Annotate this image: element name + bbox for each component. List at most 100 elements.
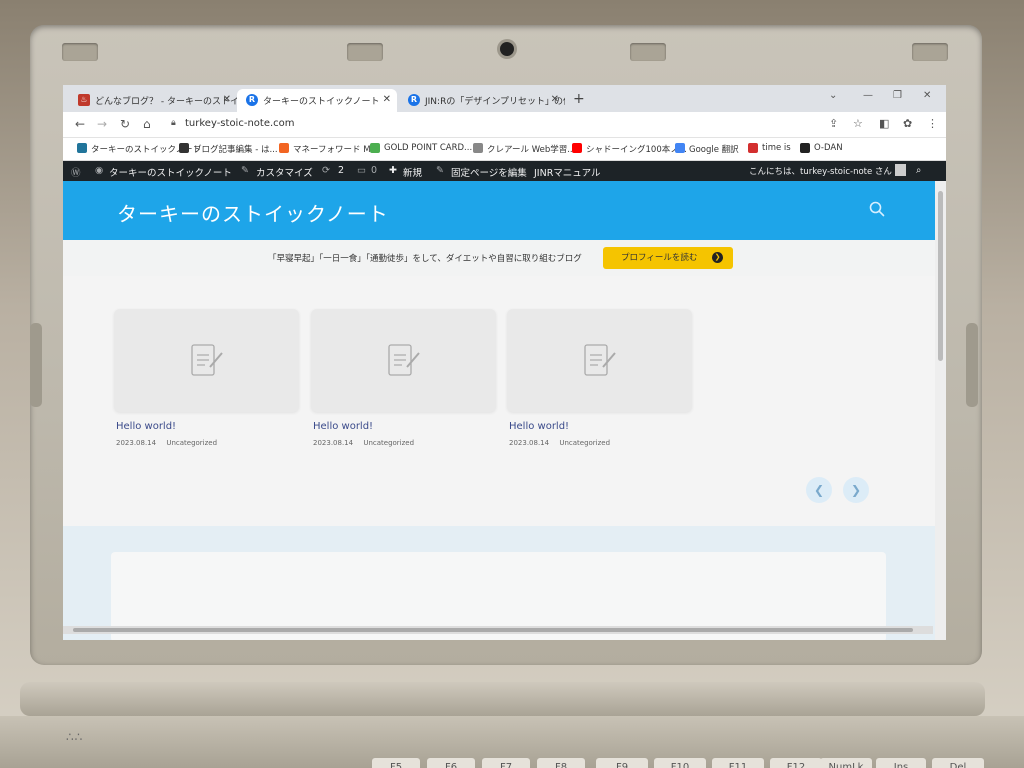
close-tab-icon[interactable]: ✕ [223,94,231,105]
vertical-scrollbar[interactable] [935,181,946,640]
tab-blog-about[interactable]: ♨ どんなブログ？ - ターキーのストイックノ ✕ [69,89,237,112]
tab-jinr-preset[interactable]: R JIN:Rの「デザインプリセット」の使い方 ✕ [399,89,565,112]
slider-prev-button[interactable]: ❮ [806,477,832,503]
new-tab-icon[interactable]: + [573,91,585,107]
scrollbar-thumb[interactable] [938,191,943,361]
post-date: 2023.08.14 [509,439,550,447]
scrollbar-thumb[interactable] [73,628,913,632]
webcam-icon [500,42,514,56]
post-title[interactable]: Hello world! [114,421,299,432]
key-f9[interactable]: F9 [596,758,648,768]
post-thumbnail[interactable] [114,309,299,412]
admin-greeting[interactable]: こんにちは、turkey-stoic-note さん [749,165,892,177]
post-category[interactable]: Uncategorized [559,439,610,447]
post-meta: 2023.08.14 Uncategorized [114,439,299,447]
close-tab-icon[interactable]: ✕ [551,94,559,105]
notice-text: 「早寝早起」「一日一食」「通勤徒歩」をして、ダイエットや自習に取り組むブログ [268,254,582,264]
key-del[interactable]: Del [932,758,984,768]
post-title[interactable]: Hello world! [507,421,692,432]
bookmarks-bar: ターキーのストイックノート ブログ記事編集 - は... マネーフォワード ME… [63,138,946,161]
bookmark-item[interactable]: GOLD POINT CARD... [370,143,472,153]
site-title[interactable]: ターキーのストイックノート [117,198,389,227]
bookmark-item[interactable]: マネーフォワード ME [279,143,376,155]
lock-icon[interactable]: 🔒︎ [171,118,176,128]
horizontal-scrollbar[interactable] [63,626,933,634]
close-tab-icon[interactable]: ✕ [383,94,391,105]
reload-icon[interactable]: ↻ [120,117,130,131]
key-f12[interactable]: F12 [770,758,822,768]
tab-label: ターキーのストイックノート [263,97,380,107]
no-image-document-icon [388,344,420,376]
key-f8[interactable]: F8 [537,758,585,768]
lower-section [63,526,946,640]
post-category[interactable]: Uncategorized [363,439,414,447]
back-icon[interactable]: ← [75,117,85,131]
bookmark-star-icon[interactable]: ☆ [853,117,863,130]
profile-button[interactable]: プロフィールを読む ❯ [603,247,733,269]
post-thumbnail[interactable] [507,309,692,412]
url-field[interactable]: turkey-stoic-note.com [185,118,295,129]
post-card[interactable]: Hello world! 2023.08.14 Uncategorized [311,309,496,447]
admin-edit-page-link[interactable]: 固定ページを編集 [451,165,527,179]
address-bar: ← → ↻ ⌂ 🔒︎ turkey-stoic-note.com ⇪ ☆ ◧ ✿… [63,112,946,138]
bookmark-item[interactable]: ブログ記事編集 - は... [179,143,278,155]
post-thumbnail[interactable] [311,309,496,412]
jinr-favicon-icon: R [246,94,258,106]
hinge-bar [20,682,985,716]
plus-icon: ✚ [389,165,397,176]
bookmark-item[interactable]: O-DAN [800,143,843,153]
youtube-icon [572,143,582,153]
key-f5[interactable]: F5 [372,758,420,768]
post-category[interactable]: Uncategorized [166,439,217,447]
post-card[interactable]: Hello world! 2023.08.14 Uncategorized [114,309,299,447]
tab-home[interactable]: R ターキーのストイックノート ✕ [237,89,397,112]
post-title[interactable]: Hello world! [311,421,496,432]
post-date: 2023.08.14 [313,439,354,447]
side-latch [30,323,42,407]
key-f10[interactable]: F10 [654,758,706,768]
admin-manual-link[interactable]: JINRマニュアル [534,165,601,179]
user-avatar-icon[interactable] [895,164,906,176]
bookmark-label: マネーフォワード ME [293,145,376,155]
slider-next-button[interactable]: ❯ [843,477,869,503]
minimize-icon[interactable]: — [863,90,873,101]
bookmark-item[interactable]: シャドーイング100本ノ... [572,143,687,155]
brush-icon: ✎ [241,165,249,176]
share-icon[interactable]: ⇪ [829,117,838,130]
bookmark-label: クレアール Web学習... [487,145,576,155]
search-icon[interactable] [869,201,885,217]
post-slider: Hello world! 2023.08.14 Uncategorized He… [63,276,946,568]
wordpress-logo-icon[interactable]: Ⓦ [71,165,81,179]
browser-tab-bar: ♨ どんなブログ？ - ターキーのストイックノ ✕ R ターキーのストイックノー… [63,85,946,112]
bookmark-label: ブログ記事編集 - は... [193,145,278,155]
key-ins[interactable]: Ins [876,758,926,768]
key-f6[interactable]: F6 [427,758,475,768]
tab-search-icon[interactable]: ⌄ [829,90,837,101]
key-numlk[interactable]: NumLk [820,758,872,768]
close-window-icon[interactable]: ✕ [923,90,931,101]
hatena-icon [179,143,189,153]
bookmark-label: シャドーイング100本ノ... [586,145,687,155]
laptop-screen: ♨ どんなブログ？ - ターキーのストイックノ ✕ R ターキーのストイックノー… [63,85,946,640]
admin-customize-link[interactable]: カスタマイズ [256,165,313,179]
admin-updates-count[interactable]: 2 [338,165,344,176]
forward-icon[interactable]: → [97,117,107,131]
bookmark-item[interactable]: Google 翻訳 [675,143,739,155]
bookmark-item[interactable]: クレアール Web学習... [473,143,575,155]
no-image-document-icon [191,344,223,376]
admin-comments-count[interactable]: 0 [371,165,377,176]
bookmark-label: GOLD POINT CARD... [384,143,473,153]
side-panel-icon[interactable]: ◧ [879,117,889,130]
profile-avatar-icon[interactable]: ✿ [903,117,912,130]
admin-new-link[interactable]: 新規 [403,165,422,179]
menu-kebab-icon[interactable]: ⋮ [927,117,938,130]
pencil-icon: ✎ [436,165,444,176]
bookmark-item[interactable]: time is [748,143,791,153]
admin-site-name-link[interactable]: ターキーのストイックノート [109,165,232,179]
key-f7[interactable]: F7 [482,758,530,768]
restore-icon[interactable]: ❐ [893,90,902,101]
admin-search-icon[interactable]: ⌕ [916,165,921,176]
home-icon[interactable]: ⌂ [143,117,151,131]
post-card[interactable]: Hello world! 2023.08.14 Uncategorized [507,309,692,447]
key-f11[interactable]: F11 [712,758,764,768]
